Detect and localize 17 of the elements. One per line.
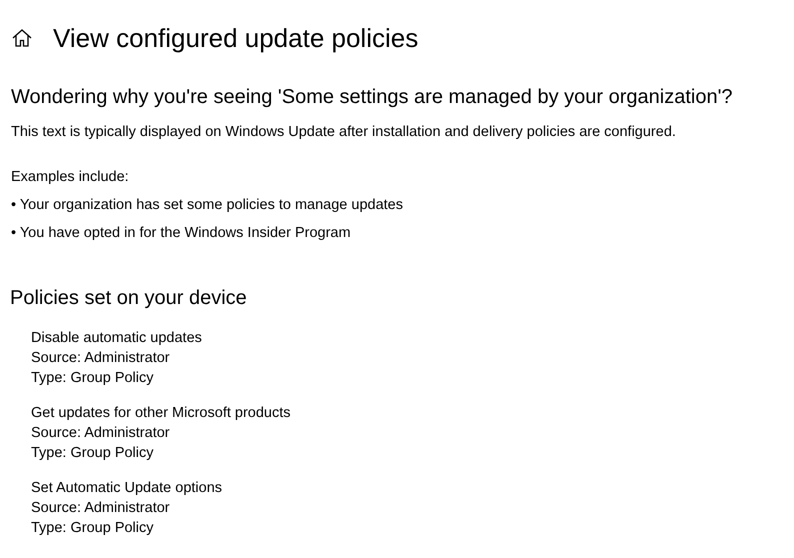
- policy-name: Get updates for other Microsoft products: [31, 404, 292, 423]
- section-heading: Policies set on your device: [10, 286, 248, 311]
- page-title: View configured update policies: [53, 22, 418, 55]
- policy-source: Source: Administrator: [31, 424, 171, 443]
- examples-label: Examples include:: [11, 168, 130, 187]
- example-item: • Your organization has set some policies to manage updates: [11, 196, 404, 215]
- policy-type: Type: Group Policy: [31, 519, 154, 538]
- section-heading: Wondering why you're seeing 'Some settings are managed by your organization'?: [11, 85, 734, 110]
- example-item: • You have opted in for the Windows Insider Program: [11, 224, 352, 243]
- policy-name: Set Automatic Update options: [31, 479, 224, 498]
- policy-name: Disable automatic updates: [31, 329, 203, 348]
- policy-source: Source: Administrator: [31, 499, 171, 518]
- policy-type: Type: Group Policy: [31, 369, 154, 388]
- description-text: This text is typically displayed on Windows Update after installation and delivery policies are configured.: [11, 123, 677, 142]
- policy-source: Source: Administrator: [31, 349, 171, 368]
- policy-type: Type: Group Policy: [31, 444, 154, 463]
- home-icon[interactable]: [11, 27, 33, 49]
